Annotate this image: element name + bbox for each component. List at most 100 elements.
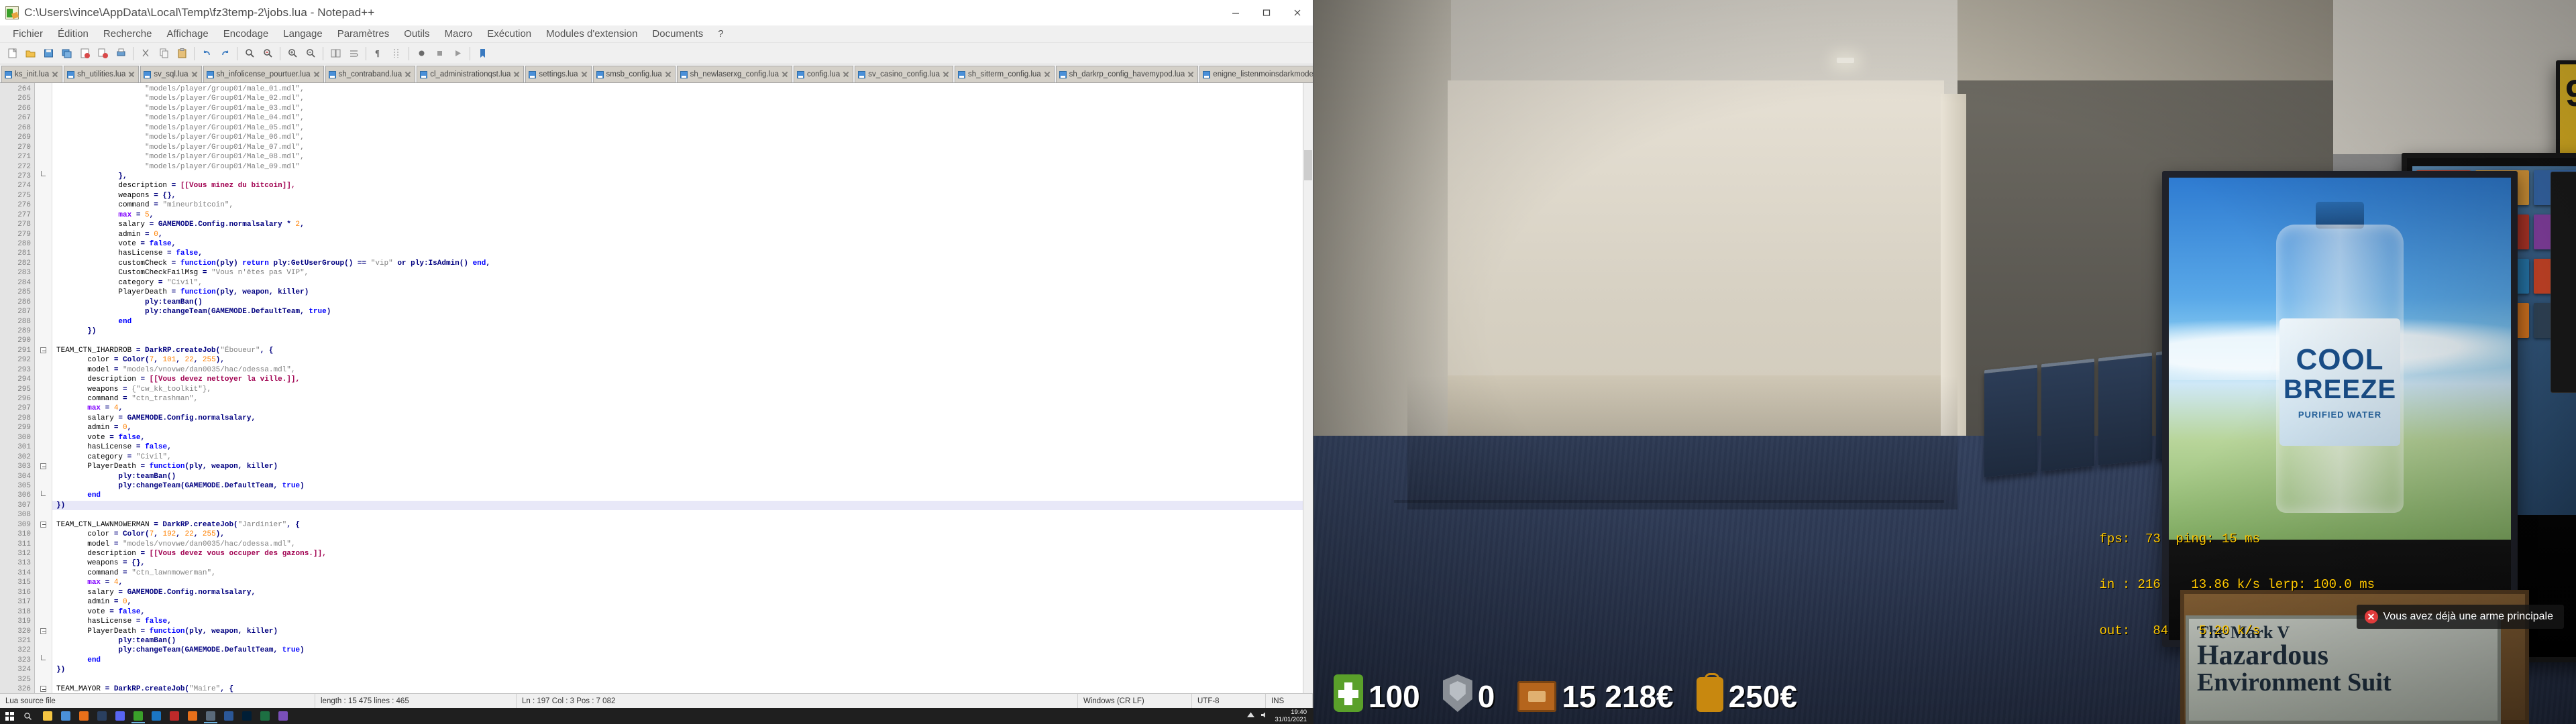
print-icon[interactable] (112, 45, 129, 62)
copy-icon[interactable] (155, 45, 172, 62)
menu-item-affichage[interactable]: Affichage (159, 27, 215, 41)
taskbar-item-teamspeak[interactable] (148, 709, 165, 723)
zoom-out-icon[interactable] (302, 45, 319, 62)
macro-stop-icon[interactable] (431, 45, 448, 62)
document-tab[interactable]: enigne_listenmoinsdarkmodel.lua (1199, 66, 1313, 82)
replace-icon[interactable] (259, 45, 276, 62)
document-tab[interactable]: smsb_config.lua (592, 66, 676, 82)
close-file-icon[interactable] (76, 45, 93, 62)
document-tab[interactable]: sv_sql.lua (140, 66, 202, 82)
fold-marker[interactable] (35, 684, 52, 693)
menu-item-dition[interactable]: Édition (50, 27, 96, 41)
menu-item-modules-d-extension[interactable]: Modules d'extension (539, 27, 645, 41)
macro-play-icon[interactable] (449, 45, 466, 62)
snack-machine-keypad[interactable] (2551, 172, 2576, 393)
fold-marker[interactable] (35, 462, 52, 471)
taskbar-item-vlc[interactable] (184, 709, 201, 723)
taskbar-item-photoshop[interactable] (238, 709, 256, 723)
new-file-icon[interactable] (3, 45, 21, 62)
menu-item-param-tres[interactable]: Paramètres (330, 27, 397, 41)
menu-item-fichier[interactable]: Fichier (5, 27, 50, 41)
tab-close-icon[interactable] (513, 71, 520, 78)
taskbar-item-excel[interactable] (256, 709, 274, 723)
code-text-area[interactable]: "models/player/group01/male_01.mdl", "mo… (52, 83, 1313, 693)
document-tab[interactable]: config.lua (794, 66, 854, 82)
windows-taskbar[interactable]: 19:40 31/01/2021 (0, 708, 1313, 724)
sync-scroll-icon[interactable] (327, 45, 344, 62)
menu-item-[interactable]: ? (710, 27, 731, 41)
document-tab[interactable]: sh_utilities.lua (64, 66, 140, 82)
taskbar-item-discord[interactable] (111, 709, 129, 723)
tab-close-icon[interactable] (1044, 71, 1051, 78)
taskbar-clock[interactable]: 19:40 31/01/2021 (1275, 709, 1307, 723)
document-tab[interactable]: sh_newlaserxg_config.lua (676, 66, 792, 82)
taskbar-item-media[interactable] (274, 709, 292, 723)
scroll-up-arrow[interactable] (1303, 83, 1313, 93)
tab-close-icon[interactable] (1187, 71, 1194, 78)
close-button[interactable] (1282, 0, 1313, 25)
taskbar-apps[interactable] (39, 709, 292, 723)
open-file-icon[interactable] (21, 45, 39, 62)
fold-marker[interactable] (35, 627, 52, 636)
taskbar-search-icon[interactable] (19, 708, 36, 724)
zoom-in-icon[interactable] (284, 45, 301, 62)
maximize-button[interactable] (1251, 0, 1282, 25)
code-folding-column[interactable] (35, 83, 52, 693)
fold-collapse-icon[interactable] (40, 686, 46, 692)
fold-marker[interactable] (35, 490, 52, 500)
tab-close-icon[interactable] (581, 71, 588, 78)
document-tab[interactable]: ks_init.lua (1, 66, 63, 82)
fold-marker[interactable] (35, 655, 52, 665)
tray-network-icon[interactable] (1246, 711, 1255, 721)
garrys-mod-game-view[interactable]: 9 (1313, 0, 2576, 724)
fold-marker[interactable] (35, 346, 52, 355)
tab-close-icon[interactable] (843, 71, 849, 78)
document-tabs[interactable]: ks_init.lua sh_utilities.lua sv_sql.lua sh_… (0, 64, 1313, 83)
menu-item-outils[interactable]: Outils (396, 27, 437, 41)
taskbar-item-filezilla[interactable] (166, 709, 183, 723)
document-tab[interactable]: sh_darkrp_config_havemypod.lua (1055, 66, 1199, 82)
show-all-chars-icon[interactable]: ¶ (370, 45, 387, 62)
scrollbar-thumb[interactable] (1304, 150, 1312, 180)
menu-item-documents[interactable]: Documents (645, 27, 710, 41)
fold-collapse-icon[interactable] (40, 521, 46, 528)
paste-icon[interactable] (173, 45, 191, 62)
menu-item-ex-cution[interactable]: Exécution (480, 27, 539, 41)
fold-collapse-icon[interactable] (40, 627, 46, 634)
indent-guide-icon[interactable] (388, 45, 405, 62)
tab-close-icon[interactable] (313, 71, 320, 78)
system-tray[interactable]: 19:40 31/01/2021 (1246, 709, 1313, 723)
start-button[interactable] (0, 708, 19, 724)
scroll-down-arrow[interactable] (1303, 684, 1313, 693)
fold-collapse-icon[interactable] (40, 347, 46, 354)
document-tab[interactable]: settings.lua (525, 66, 592, 82)
fold-marker[interactable] (35, 520, 52, 530)
document-tab[interactable]: sh_sitterm_config.lua (955, 66, 1055, 82)
taskbar-item-gmod[interactable] (202, 709, 219, 723)
tab-close-icon[interactable] (665, 71, 672, 78)
menu-item-macro[interactable]: Macro (437, 27, 480, 41)
fold-collapse-icon[interactable] (40, 463, 46, 470)
find-icon[interactable] (241, 45, 258, 62)
tab-close-icon[interactable] (191, 71, 198, 78)
taskbar-item-steam[interactable] (93, 709, 111, 723)
tab-close-icon[interactable] (128, 71, 135, 78)
menu-item-encodage[interactable]: Encodage (216, 27, 276, 41)
fold-marker[interactable] (35, 171, 52, 181)
taskbar-item-firefox[interactable] (75, 709, 93, 723)
undo-icon[interactable] (198, 45, 215, 62)
menu-item-recherche[interactable]: Recherche (96, 27, 160, 41)
macro-record-icon[interactable] (413, 45, 430, 62)
tab-close-icon[interactable] (943, 71, 949, 78)
taskbar-item-chrome[interactable] (57, 709, 74, 723)
document-tab[interactable]: cl_administrationqst.lua (417, 66, 525, 82)
word-wrap-icon[interactable] (345, 45, 362, 62)
redo-icon[interactable] (216, 45, 233, 62)
minimize-button[interactable] (1220, 0, 1251, 25)
close-all-icon[interactable] (94, 45, 111, 62)
tray-volume-icon[interactable] (1260, 711, 1269, 721)
tab-close-icon[interactable] (782, 71, 788, 78)
document-tab[interactable]: sh_contraband.lua (325, 66, 416, 82)
save-all-icon[interactable] (58, 45, 75, 62)
tab-close-icon[interactable] (405, 71, 411, 78)
